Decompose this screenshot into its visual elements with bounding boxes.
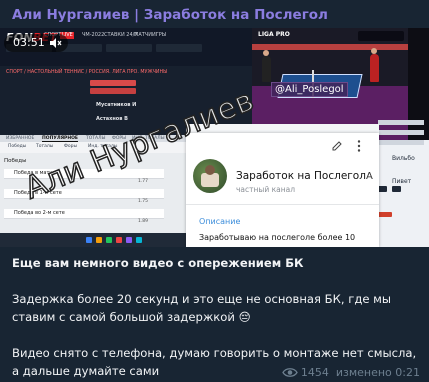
side-label: Вильбо [392,155,415,162]
eye-icon [282,368,298,377]
bk-nav-item: ИГРЫ [152,32,167,38]
side-label: Пивет [392,178,412,185]
bk-odd: 1.89 [138,219,149,224]
bk-subtab [106,44,152,52]
view-count: 1454 [300,366,329,379]
channel-avatar [193,159,227,193]
taskbar-icon [96,237,102,243]
bk-badge [90,88,136,94]
card-divider [186,204,379,205]
channel-card-subtitle: частный канал [236,185,296,194]
message-bubble: Али Нургалиев | Заработок на Послегол FO… [0,0,429,382]
bk-team-1: Мусатников И [96,102,137,108]
side-odd [392,186,401,192]
channel-card-title: Заработок на Послегол [236,170,366,182]
bk-team-2: Астахнов В [96,116,128,122]
player-head [371,48,377,54]
bk-nav-item: МАТЧИ [134,32,152,38]
bk-nav-item: ЧМ-2022 [82,32,105,38]
bk-subtab [156,44,202,52]
bk-odd: 1.75 [138,199,149,204]
bk-market-row: Победа во 2-м сете [4,209,164,219]
bk-badge [90,80,136,86]
stream-logo: LIGA PRO [258,31,290,38]
bk-breadcrumb: СПОРТ / НАСТОЛЬНЫЙ ТЕННИС / РОССИЯ. ЛИГА… [6,70,168,75]
watermark-handle: @Ali_Poslegol [271,82,348,97]
taskbar-icon [136,237,142,243]
player-left [262,56,271,82]
channel-card-letter: А [366,171,373,182]
player-head [263,50,269,56]
edit-icon [332,141,342,151]
side-row [378,130,424,135]
side-odd [378,186,387,192]
taskbar-icon [106,237,112,243]
player-right [370,54,379,82]
taskbar-icon [86,237,92,243]
bk-chip: Победы [8,144,27,149]
bk-chip: Форы [64,144,78,149]
side-row [378,140,424,145]
description-text: Заработываю на послеголе более 10 [199,233,356,242]
side-badge [378,212,392,217]
mute-icon[interactable] [49,37,62,49]
post-meta: 1454 изменено 0:21 [282,366,420,379]
description-label: Описание [199,217,241,226]
taskbar-icon [116,237,122,243]
post-line: Еще вам немного видео с опережением БК [12,256,304,270]
bk-chip: Тоталы [36,144,54,149]
arena-banner [252,44,408,50]
bk-tab: ИЗБРАННОЕ [6,136,35,141]
edited-time: изменено 0:21 [335,366,420,379]
video-player[interactable]: FONBET СПОРТ LIVE ЧМ-2022 СТАВКИ 24/7 МА… [0,28,429,247]
scoreboard [358,31,404,41]
bk-odd: 1.77 [138,179,149,184]
post-text: Еще вам немного видео с опережением БК З… [12,254,420,380]
side-row [378,120,424,125]
more-icon [357,140,361,152]
taskbar-icon [126,237,132,243]
post-line: Задержка более 20 секунд и это еще не ос… [12,292,392,324]
bk-section-title: Победы [4,158,27,164]
channel-name[interactable]: Али Нургалиев | Заработок на Послегол [12,7,328,23]
video-time: 03:51 [13,36,45,49]
bk-nav-item: СТАВКИ 24/7 [104,32,138,38]
